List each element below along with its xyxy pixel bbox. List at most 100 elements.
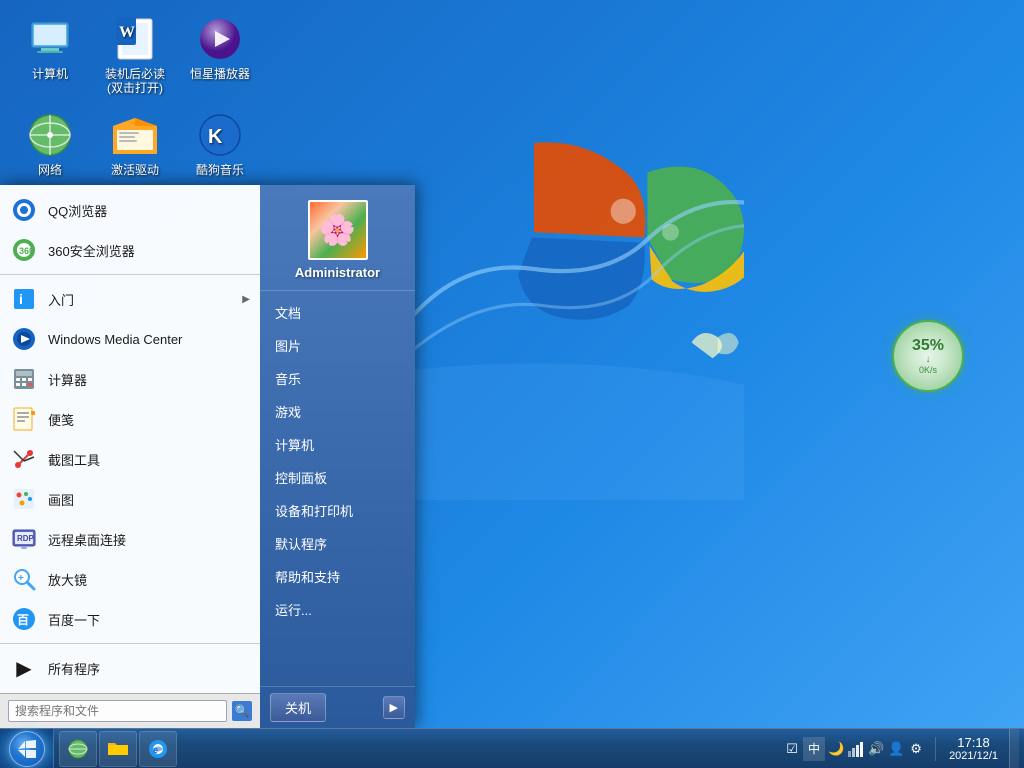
- calculator-icon: [10, 365, 38, 393]
- user-name: Administrator: [295, 265, 380, 280]
- right-item-help[interactable]: 帮助和支持: [260, 560, 415, 593]
- start-item-snipping[interactable]: 截图工具: [0, 439, 260, 479]
- paint-label: 画图: [48, 490, 250, 509]
- desktop: 35% ↓ 0K/s 计算机: [0, 0, 1024, 768]
- start-bottom: 关机 ▶: [260, 686, 415, 728]
- intro-arrow: ▶: [242, 294, 250, 305]
- meter-percent: 35%: [912, 338, 944, 354]
- media-player-icon: [196, 15, 244, 63]
- intro-label: 入门: [48, 290, 232, 309]
- start-item-360[interactable]: 360 360安全浏览器: [0, 230, 260, 270]
- tray-moon-icon[interactable]: 🌙: [827, 740, 845, 758]
- right-item-devices[interactable]: 设备和打印机: [260, 494, 415, 527]
- taskbar-items: e: [54, 731, 773, 767]
- qq-browser-label: QQ浏览器: [48, 201, 250, 220]
- start-item-qq-browser[interactable]: QQ浏览器: [0, 190, 260, 230]
- icon-row-1: 计算机 W 装机后必读(双击打开): [10, 10, 260, 101]
- baidu-icon: 百: [10, 605, 38, 633]
- system-clock[interactable]: 17:18 2021/12/1: [941, 729, 1006, 768]
- show-desktop-button[interactable]: [1009, 729, 1019, 768]
- svg-text:K: K: [208, 126, 223, 148]
- ime-indicator[interactable]: 中: [803, 737, 825, 761]
- tray-separator: [935, 737, 936, 761]
- right-item-music[interactable]: 音乐: [260, 362, 415, 395]
- start-button[interactable]: [0, 729, 54, 768]
- media-center-icon: [10, 325, 38, 353]
- start-item-intro[interactable]: i 入门 ▶: [0, 279, 260, 319]
- desktop-icon-computer[interactable]: 计算机: [10, 10, 90, 101]
- start-item-paint[interactable]: 画图: [0, 479, 260, 519]
- right-item-run[interactable]: 运行...: [260, 593, 415, 626]
- svg-text:W: W: [119, 24, 135, 41]
- start-item-magnifier[interactable]: + 放大镜: [0, 559, 260, 599]
- menu-separator-1: [0, 274, 260, 275]
- snipping-icon: [10, 445, 38, 473]
- start-orb: [9, 731, 45, 767]
- taskbar-item-network[interactable]: [59, 731, 97, 767]
- desktop-icon-driver[interactable]: 激活驱动: [95, 106, 175, 182]
- network-icon-label: 网络: [38, 163, 62, 177]
- driver-icon-label: 激活驱动: [111, 163, 159, 177]
- tray-settings-icon[interactable]: ⚙: [907, 740, 925, 758]
- search-button[interactable]: 🔍: [232, 701, 252, 721]
- desktop-icon-media-player[interactable]: 恒星播放器: [180, 10, 260, 101]
- start-item-calculator[interactable]: 计算器: [0, 359, 260, 399]
- search-input[interactable]: [8, 700, 227, 722]
- user-profile: 🌸 Administrator: [260, 185, 415, 291]
- tray-network-tray-icon[interactable]: [847, 740, 865, 758]
- notepad-icon: [10, 405, 38, 433]
- start-item-baidu[interactable]: 百 百度一下: [0, 599, 260, 639]
- notepad-label: 便笺: [48, 410, 250, 429]
- computer-icon: [26, 15, 74, 63]
- right-item-control-panel[interactable]: 控制面板: [260, 461, 415, 494]
- desktop-icon-word[interactable]: W 装机后必读(双击打开): [95, 10, 175, 101]
- start-menu: QQ浏览器 360 360安全浏览器: [0, 185, 415, 728]
- tray-user-icon[interactable]: 👤: [887, 740, 905, 758]
- network-meter[interactable]: 35% ↓ 0K/s: [892, 320, 964, 392]
- desktop-icon-music[interactable]: K 酷狗音乐: [180, 106, 260, 182]
- taskbar-network-icon: [68, 739, 88, 759]
- paint-icon: [10, 485, 38, 513]
- right-item-pictures[interactable]: 图片: [260, 329, 415, 362]
- meter-speed: 0K/s: [919, 365, 937, 375]
- meter-arrow: ↓: [926, 354, 931, 365]
- desktop-icon-network[interactable]: 网络: [10, 106, 90, 182]
- start-item-remote[interactable]: RDP 远程桌面连接: [0, 519, 260, 559]
- right-menu-items: 文档 图片 音乐 游戏 计算机 控制面板 设备和打印机 默认程序 帮助和支持 运…: [260, 291, 415, 686]
- start-item-media-center[interactable]: Windows Media Center: [0, 319, 260, 359]
- calculator-label: 计算器: [48, 370, 250, 389]
- 360-browser-icon: 360: [10, 236, 38, 264]
- clock-date: 2021/12/1: [949, 750, 998, 762]
- shutdown-button[interactable]: 关机: [270, 693, 326, 722]
- system-tray: ☑ 中 🌙 🔊 👤 ⚙ 17:18 2021/12/1: [773, 729, 1024, 768]
- shutdown-arrow-button[interactable]: ▶: [383, 696, 405, 719]
- clock-time: 17:18: [957, 735, 990, 750]
- right-item-defaults[interactable]: 默认程序: [260, 527, 415, 560]
- music-icon: K: [196, 111, 244, 159]
- baidu-label: 百度一下: [48, 610, 250, 629]
- desktop-icon-area: 计算机 W 装机后必读(双击打开): [10, 10, 260, 182]
- taskbar-item-folder[interactable]: [99, 731, 137, 767]
- start-search-bar: 🔍: [0, 693, 260, 728]
- menu-separator-2: [0, 643, 260, 644]
- qq-browser-icon: [10, 196, 38, 224]
- tray-uac-icon[interactable]: ☑: [783, 740, 801, 758]
- right-item-documents[interactable]: 文档: [260, 296, 415, 329]
- all-programs-label: 所有程序: [48, 659, 250, 678]
- start-item-notepad[interactable]: 便笺: [0, 399, 260, 439]
- right-item-computer[interactable]: 计算机: [260, 428, 415, 461]
- user-avatar: 🌸: [308, 200, 368, 260]
- tray-icons: ☑ 中 🌙 🔊 👤 ⚙: [778, 737, 930, 761]
- computer-icon-label: 计算机: [32, 67, 68, 81]
- tray-volume-icon[interactable]: 🔊: [867, 740, 885, 758]
- snipping-label: 截图工具: [48, 450, 250, 469]
- start-menu-items: QQ浏览器 360 360安全浏览器: [0, 185, 260, 693]
- start-item-all-programs[interactable]: ▶ 所有程序: [0, 648, 260, 688]
- taskbar-item-ie[interactable]: e: [139, 731, 177, 767]
- word-icon-label: 装机后必读(双击打开): [100, 67, 170, 96]
- svg-text:百: 百: [17, 613, 29, 627]
- svg-text:i: i: [19, 291, 23, 307]
- svg-text:360: 360: [19, 246, 34, 256]
- all-programs-icon: ▶: [10, 654, 38, 682]
- right-item-games[interactable]: 游戏: [260, 395, 415, 428]
